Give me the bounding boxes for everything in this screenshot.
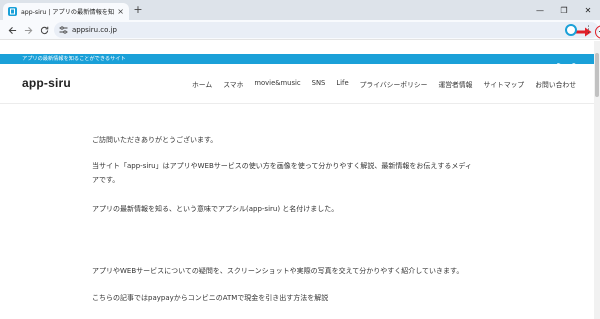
- nav-item-sns[interactable]: SNS: [312, 79, 326, 89]
- site-top-strip: アプリの最新情報を知ることができるサイト: [0, 54, 600, 70]
- bookmark-star-icon[interactable]: [595, 25, 600, 39]
- nav-item-movie-music[interactable]: movie&music: [254, 79, 300, 89]
- browser-tab-bar: app-siru | アプリの最新情報を知る × + — ❐ ✕: [0, 0, 600, 20]
- content-paragraph: アです。: [92, 176, 120, 184]
- reload-icon: [40, 26, 48, 34]
- content-paragraph: アプリやWEBサービスについての疑問を、スクリーンショットや実際の写真を交えて分…: [92, 267, 464, 275]
- back-arrow-icon: [8, 26, 16, 34]
- nav-item-operator-info[interactable]: 運営者情報: [438, 79, 472, 89]
- site-logo[interactable]: app-siru: [22, 76, 71, 90]
- content-paragraph: ご訪問いただきありがとうございます。: [92, 136, 218, 144]
- back-button[interactable]: [5, 23, 19, 37]
- reload-button[interactable]: [37, 23, 51, 37]
- site-tagline: アプリの最新情報を知ることができるサイト: [22, 56, 126, 62]
- content-paragraph: 当サイト「app-siru」はアプリやWEBサービスの使い方を画像を使って分かり…: [92, 162, 472, 170]
- nav-item-privacy-policy[interactable]: プライバシーポリシー: [360, 79, 428, 89]
- url-text: appsiru.co.jp: [72, 26, 117, 34]
- browser-toolbar: appsiru.co.jp ⋮: [0, 20, 600, 40]
- new-tab-button[interactable]: +: [131, 3, 145, 17]
- tab-title: app-siru | アプリの最新情報を知る: [21, 9, 115, 16]
- profile-avatar[interactable]: [565, 24, 577, 36]
- forward-arrow-icon: [24, 26, 32, 34]
- site-header: app-siru ホーム スマホ movie&music SNS Life プラ…: [0, 64, 600, 104]
- nav-item-contact[interactable]: お問い合わせ: [535, 79, 576, 89]
- minimize-button[interactable]: —: [528, 0, 552, 20]
- page-scrollbar[interactable]: [594, 41, 600, 319]
- web-page: アプリの最新情報を知ることができるサイト app-siru ホーム スマホ mo…: [0, 41, 600, 319]
- content-paragraph: アプリの最新情報を知る、という意味でアプシル(app-siru) と名付けました…: [92, 205, 339, 213]
- tab-close-icon[interactable]: ×: [117, 7, 124, 16]
- nav-item-life[interactable]: Life: [336, 79, 348, 89]
- site-info-icon[interactable]: [58, 25, 68, 35]
- global-nav: ホーム スマホ movie&music SNS Life プライバシーポリシー …: [192, 79, 587, 89]
- nav-item-sitemap[interactable]: サイトマップ: [483, 79, 524, 89]
- content-paragraph: こちらの記事ではpaypayからコンビニのATMで現金を引き出す方法を解説: [92, 294, 329, 302]
- nav-item-home[interactable]: ホーム: [192, 79, 212, 89]
- browser-tab[interactable]: app-siru | アプリの最新情報を知る ×: [3, 3, 129, 20]
- forward-button[interactable]: [21, 23, 35, 37]
- site-favicon-icon: [8, 7, 17, 16]
- nav-item-smartphone[interactable]: スマホ: [223, 79, 243, 89]
- browser-menu-icon[interactable]: ⋮: [584, 24, 593, 36]
- window-controls: — ❐ ✕: [528, 0, 600, 20]
- close-window-button[interactable]: ✕: [576, 0, 600, 20]
- scrollbar-thumb[interactable]: [595, 53, 599, 97]
- restore-button[interactable]: ❐: [552, 0, 576, 20]
- address-bar[interactable]: appsiru.co.jp: [54, 22, 600, 39]
